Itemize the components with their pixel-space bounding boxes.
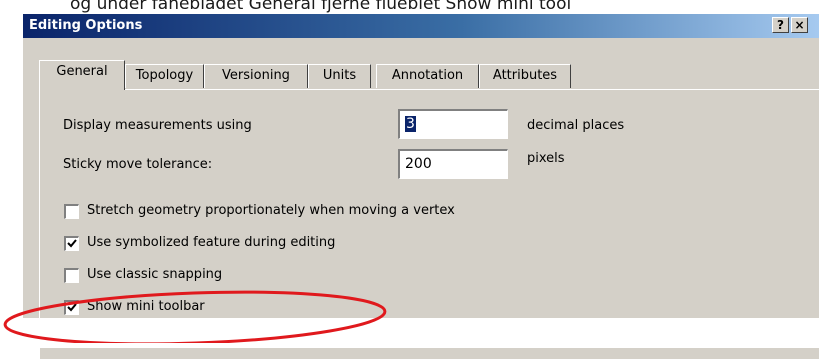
pixels-suffix: pixels: [527, 151, 565, 166]
display-measurements-label: Display measurements using: [63, 118, 252, 133]
tab-topology[interactable]: Topology: [125, 64, 204, 88]
sticky-move-input[interactable]: 200: [398, 149, 508, 179]
help-button[interactable]: ?: [772, 17, 789, 33]
decimal-places-suffix: decimal places: [527, 118, 625, 133]
decimal-places-input[interactable]: 3: [398, 109, 508, 139]
close-button[interactable]: ×: [791, 17, 808, 33]
check-icon: [67, 239, 77, 248]
tab-units[interactable]: Units: [308, 64, 371, 88]
sticky-move-label: Sticky move tolerance:: [63, 157, 213, 172]
dialog-title: Editing Options: [29, 18, 143, 33]
checkbox-label: Show mini toolbar: [87, 299, 205, 314]
tab-general[interactable]: General: [39, 60, 125, 90]
check-icon: [67, 303, 77, 312]
checkbox-label: Use symbolized feature during editing: [87, 235, 336, 250]
checkbox-box[interactable]: [64, 236, 79, 251]
checkbox-label: Stretch geometry proportionately when mo…: [87, 203, 455, 218]
tab-versioning[interactable]: Versioning: [204, 64, 308, 88]
tab-annotation[interactable]: Annotation: [376, 64, 479, 88]
title-bar[interactable]: Editing Options ? ×: [23, 14, 819, 38]
torn-edge: [0, 318, 819, 348]
tab-attributes[interactable]: Attributes: [479, 64, 571, 88]
checkbox-label: Use classic snapping: [87, 267, 223, 282]
checkbox-box[interactable]: [64, 300, 79, 315]
checkbox-box[interactable]: [64, 268, 79, 283]
background-instruction-text: og under fanebladet General fjerne flueb…: [70, 0, 572, 14]
checkbox-box[interactable]: [64, 204, 79, 219]
editing-options-dialog: Editing Options ? × General Topology Ver…: [22, 13, 819, 359]
